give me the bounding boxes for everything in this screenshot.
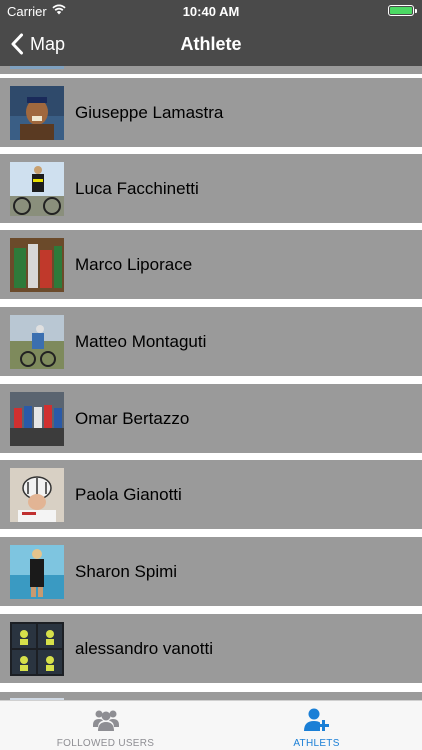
add-user-icon bbox=[303, 708, 329, 731]
tab-label: FOLLOWED USERS bbox=[56, 738, 155, 749]
athlete-row[interactable]: alessandro vanotti bbox=[0, 614, 422, 683]
athlete-photo bbox=[10, 162, 64, 216]
athlete-photo bbox=[10, 392, 64, 446]
athlete-row[interactable]: Paola Gianotti bbox=[0, 460, 422, 529]
athlete-name: Giuseppe Lamastra bbox=[75, 103, 224, 122]
athlete-list[interactable]: Giuseppe Lamastra Luca Facchinetti Marco… bbox=[0, 66, 422, 700]
athlete-row[interactable]: Sharon Spimi bbox=[0, 537, 422, 606]
athlete-name: Sharon Spimi bbox=[75, 562, 178, 581]
tab-athlets[interactable]: ATHLETS bbox=[211, 701, 422, 750]
athlete-row[interactable]: Giuseppe Lamastra bbox=[0, 78, 422, 147]
athlete-name: Matteo Montaguti bbox=[75, 332, 207, 351]
athlete-name: Paola Gianotti bbox=[75, 485, 182, 504]
list-item-partial[interactable] bbox=[0, 66, 422, 74]
athlete-name: Marco Liporace bbox=[75, 255, 193, 274]
athlete-name: Luca Facchinetti bbox=[75, 179, 199, 198]
athlete-row[interactable]: Omar Bertazzo bbox=[0, 384, 422, 453]
battery-icon bbox=[388, 5, 417, 16]
tab-label: ATHLETS bbox=[293, 738, 340, 749]
athlete-name: Omar Bertazzo bbox=[75, 409, 190, 428]
athlete-row[interactable]: Matteo Montaguti bbox=[0, 307, 422, 376]
athlete-photo bbox=[10, 622, 64, 676]
athlete-photo bbox=[10, 468, 64, 522]
tab-followed-users[interactable]: FOLLOWED USERS bbox=[0, 701, 211, 750]
athlete-photo bbox=[10, 238, 64, 292]
athlete-photo bbox=[10, 86, 64, 140]
athlete-photo bbox=[10, 545, 64, 599]
top-bar: Carrier 10:40 AM Map Athlete bbox=[0, 0, 422, 66]
navigation-bar: Map Athlete bbox=[0, 22, 422, 66]
battery-fill bbox=[390, 7, 412, 14]
athlete-row[interactable]: Marco Liporace bbox=[0, 230, 422, 299]
list-item-partial[interactable] bbox=[0, 692, 422, 700]
users-group-icon bbox=[92, 710, 119, 731]
status-bar: Carrier 10:40 AM bbox=[0, 0, 422, 22]
tab-bar: FOLLOWED USERS ATHLETS bbox=[0, 700, 422, 750]
athlete-photo bbox=[10, 315, 64, 369]
page-title: Athlete bbox=[180, 34, 242, 54]
athlete-name: alessandro vanotti bbox=[75, 639, 213, 658]
athlete-row[interactable]: Luca Facchinetti bbox=[0, 154, 422, 223]
status-time: 10:40 AM bbox=[182, 4, 240, 19]
